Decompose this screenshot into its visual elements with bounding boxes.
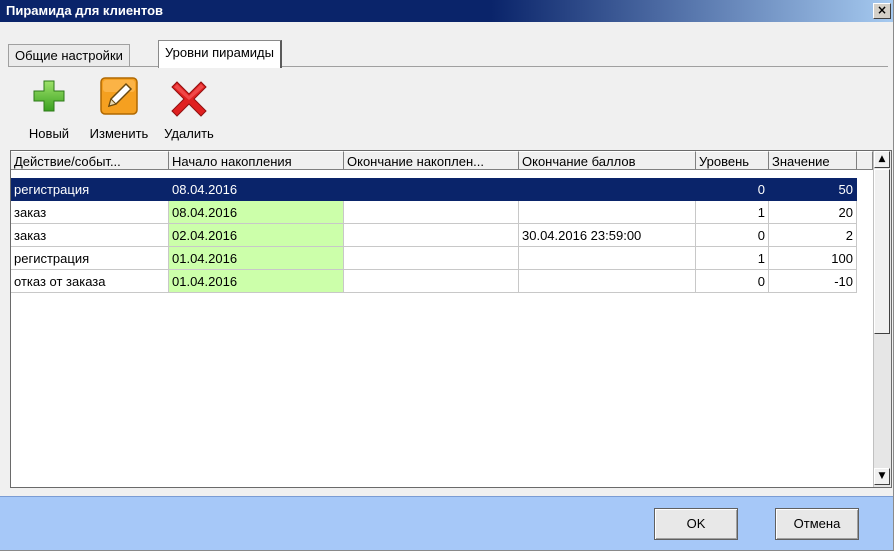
cell-value: 100 [769, 247, 857, 270]
tab-general-settings[interactable]: Общие настройки [8, 44, 130, 67]
column-header-level[interactable]: Уровень [696, 151, 769, 170]
cell-action: заказ [11, 201, 169, 224]
title-bar[interactable]: Пирамида для клиентов × [0, 0, 893, 22]
table-row[interactable]: отказ от заказа 01.04.2016 0 -10 [11, 270, 873, 293]
cell-start: 08.04.2016 [169, 178, 344, 201]
cell-end [344, 201, 519, 224]
table-row[interactable]: регистрация 08.04.2016 0 50 [11, 178, 873, 201]
cell-start: 08.04.2016 [169, 201, 344, 224]
ok-button[interactable]: OK [654, 508, 738, 540]
close-button[interactable]: × [873, 3, 891, 19]
cell-value: 50 [769, 178, 857, 201]
table-row[interactable]: регистрация 01.04.2016 1 100 [11, 247, 873, 270]
vertical-scrollbar[interactable]: ▲ ▼ [873, 151, 891, 487]
edit-label: Изменить [89, 126, 149, 141]
scroll-up-button[interactable]: ▲ [874, 151, 890, 168]
cell-level: 0 [696, 178, 769, 201]
cell-action: заказ [11, 224, 169, 247]
cell-end [344, 270, 519, 293]
levels-grid[interactable]: Действие/событ... Начало накопления Окон… [10, 150, 892, 488]
plus-icon [33, 80, 65, 112]
cell-value: 2 [769, 224, 857, 247]
pencil-icon [100, 77, 138, 115]
cell-points-end: 30.04.2016 23:59:00 [519, 224, 696, 247]
red-x-icon [171, 81, 207, 117]
cell-level: 0 [696, 224, 769, 247]
cell-value: 20 [769, 201, 857, 224]
table-row[interactable]: заказ 08.04.2016 1 20 [11, 201, 873, 224]
column-header-points-end[interactable]: Окончание баллов [519, 151, 696, 170]
cell-action: регистрация [11, 247, 169, 270]
cell-points-end [519, 201, 696, 224]
window-title: Пирамида для клиентов [6, 3, 164, 18]
new-label: Новый [28, 126, 70, 141]
column-header-end[interactable]: Окончание накоплен... [344, 151, 519, 170]
cell-value: -10 [769, 270, 857, 293]
cell-start: 01.04.2016 [169, 270, 344, 293]
cell-start: 02.04.2016 [169, 224, 344, 247]
cell-level: 0 [696, 270, 769, 293]
tab-pyramid-levels[interactable]: Уровни пирамиды [158, 40, 282, 68]
table-row[interactable]: заказ 02.04.2016 30.04.2016 23:59:00 0 2 [11, 224, 873, 247]
dialog-window: Пирамида для клиентов × Общие настройки … [0, 0, 894, 551]
cell-end [344, 224, 519, 247]
toolbar: Новый Изменить Удалить [14, 76, 314, 146]
cell-end [344, 178, 519, 201]
grid-header: Действие/событ... Начало накопления Окон… [11, 151, 873, 171]
column-header-filler [857, 151, 873, 170]
button-bar: OK Отмена [0, 496, 893, 550]
delete-label: Удалить [164, 126, 214, 141]
edit-button[interactable]: Изменить [84, 76, 154, 146]
scroll-thumb[interactable] [874, 169, 890, 334]
cell-points-end [519, 178, 696, 201]
tab-strip: Общие настройки Уровни пирамиды [8, 38, 888, 68]
column-header-start[interactable]: Начало накопления [169, 151, 344, 170]
cell-action: отказ от заказа [11, 270, 169, 293]
cell-action: регистрация [11, 178, 169, 201]
delete-button[interactable]: Удалить [154, 76, 224, 146]
cell-points-end [519, 270, 696, 293]
cell-level: 1 [696, 247, 769, 270]
scroll-down-button[interactable]: ▼ [874, 468, 890, 485]
cell-points-end [519, 247, 696, 270]
column-header-value[interactable]: Значение [769, 151, 857, 170]
cell-end [344, 247, 519, 270]
column-header-action[interactable]: Действие/событ... [11, 151, 169, 170]
cancel-button[interactable]: Отмена [775, 508, 859, 540]
new-button[interactable]: Новый [14, 76, 84, 146]
tab-divider [8, 66, 888, 67]
cell-level: 1 [696, 201, 769, 224]
cell-start: 01.04.2016 [169, 247, 344, 270]
